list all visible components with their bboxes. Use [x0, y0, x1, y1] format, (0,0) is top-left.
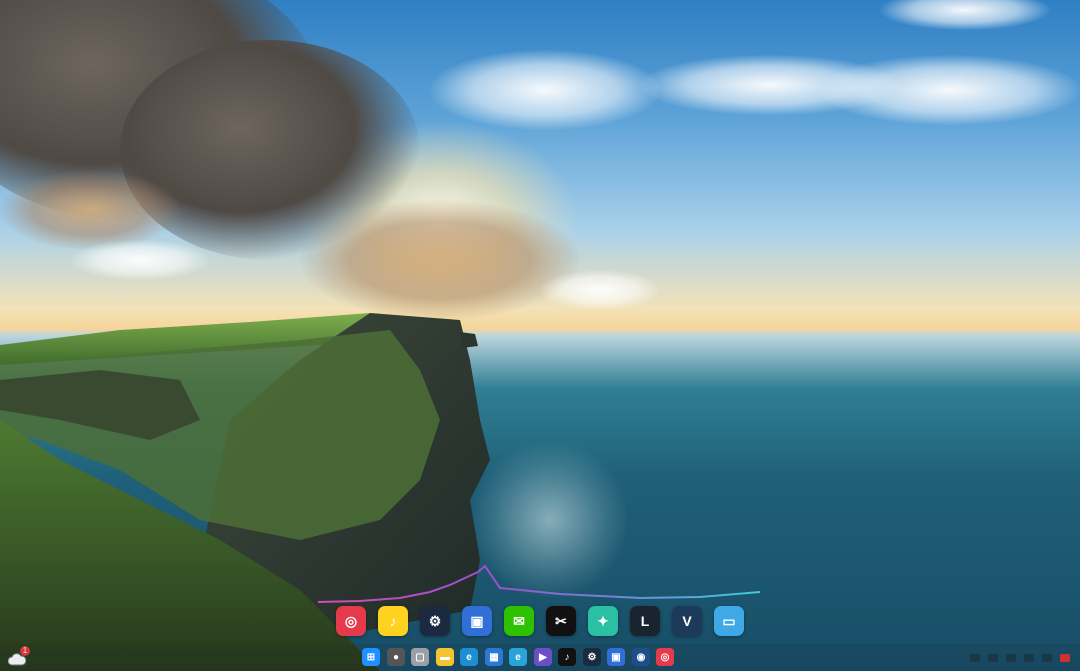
netease-music-icon[interactable]: ◎: [336, 606, 366, 636]
store-icon[interactable]: ▦: [485, 648, 503, 666]
tiktok-icon[interactable]: ♪: [558, 648, 576, 666]
teal-app-icon[interactable]: ✦: [588, 606, 618, 636]
media-icon[interactable]: ▶: [534, 648, 552, 666]
monitor-icon[interactable]: ▭: [714, 606, 744, 636]
app-dock: ◎ ♪ ⚙ ▣ ✉ ✂ ✦ L V ▭: [332, 602, 762, 642]
desktop: ◎ ♪ ⚙ ▣ ✉ ✂ ✦ L V ▭ 1 ⊞ ● ▢ ▬ e ▦ e ▶ ♪ ⚙ ▣ ◉ ◎: [0, 0, 1080, 671]
screen-capture-icon[interactable]: ▣: [607, 648, 625, 666]
volume-icon[interactable]: [1006, 654, 1016, 662]
battery-icon[interactable]: [1024, 654, 1034, 662]
steam-icon[interactable]: ⚙: [420, 606, 450, 636]
task-view-icon[interactable]: ▢: [411, 648, 429, 666]
cloud-tray-icon[interactable]: [970, 654, 980, 662]
network-icon[interactable]: [988, 654, 998, 662]
wechat-icon[interactable]: ✉: [504, 606, 534, 636]
steam-icon[interactable]: ⚙: [583, 648, 601, 666]
notification-icon[interactable]: [1060, 654, 1070, 662]
qq-music-icon[interactable]: ♪: [378, 606, 408, 636]
vpn-icon[interactable]: ◉: [632, 648, 650, 666]
capcut-icon[interactable]: ✂: [546, 606, 576, 636]
folder-icon[interactable]: ▬: [436, 648, 454, 666]
taskbar: ⊞ ● ▢ ▬ e ▦ e ▶ ♪ ⚙ ▣ ◉ ◎: [0, 644, 1080, 671]
audio-visualizer: [317, 564, 761, 603]
v-app-icon[interactable]: V: [672, 606, 702, 636]
league-icon[interactable]: L: [630, 606, 660, 636]
screen-capture-icon[interactable]: ▣: [462, 606, 492, 636]
edge-icon[interactable]: e: [460, 648, 478, 666]
netease-music-icon[interactable]: ◎: [656, 648, 674, 666]
input-icon[interactable]: [1042, 654, 1052, 662]
system-tray: [970, 650, 1070, 666]
windows-start-icon[interactable]: ⊞: [362, 648, 380, 666]
search-icon[interactable]: ●: [387, 648, 405, 666]
browser-icon[interactable]: e: [509, 648, 527, 666]
